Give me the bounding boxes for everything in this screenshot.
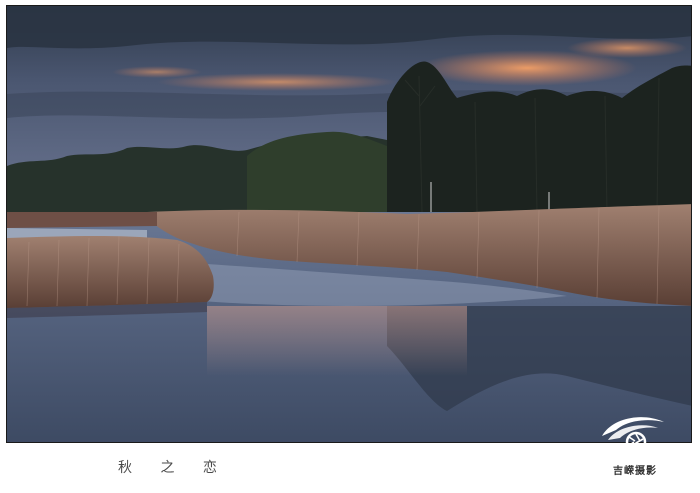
- reed-island-left: [7, 236, 214, 308]
- landscape-illustration: [7, 6, 691, 442]
- glow-reflection: [207, 306, 467, 376]
- landscape-photo: [6, 5, 692, 443]
- sunset-glow-center: [157, 73, 397, 91]
- photo-caption: 秋 之 恋: [118, 460, 229, 476]
- reed-strip-far: [7, 212, 157, 228]
- sunset-glow-far-right: [567, 38, 687, 58]
- sunset-glow-left: [112, 66, 202, 78]
- photographer-logo: [598, 410, 670, 454]
- photographer-signature: 吉嵘摄影: [613, 466, 657, 477]
- aperture-swirl-icon: [602, 417, 664, 453]
